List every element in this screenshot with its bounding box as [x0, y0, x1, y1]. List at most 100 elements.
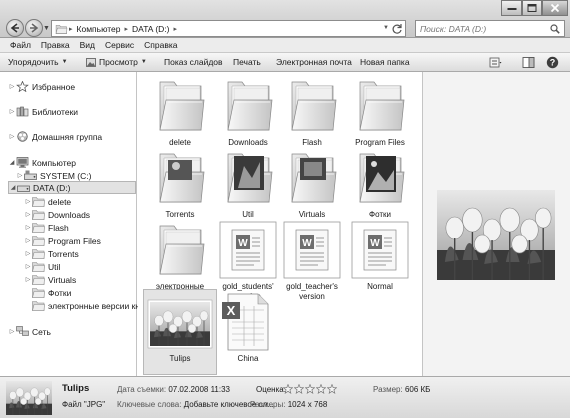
preview-pane — [422, 72, 570, 376]
expand-arrow-icon[interactable]: ▷ — [24, 211, 32, 218]
file-item-flash[interactable]: Flash — [278, 76, 346, 154]
address-bar[interactable]: ▸ Компьютер ▸ DATA (D:) ▸ ▼ — [51, 20, 406, 37]
preview-pane-icon[interactable] — [522, 56, 535, 69]
file-item-downloads[interactable]: Downloads — [214, 76, 282, 154]
nav-libraries[interactable]: ▷ Библиотеки — [8, 105, 78, 118]
nav-folder-delete[interactable]: ▷ delete — [24, 195, 71, 208]
menu-help[interactable]: Справка — [144, 40, 177, 50]
details-keywords-label: Ключевые слова: — [117, 400, 182, 409]
folder-icon — [146, 220, 214, 280]
search-input[interactable] — [420, 23, 544, 35]
homegroup-icon — [17, 131, 28, 142]
close-button[interactable] — [542, 0, 568, 16]
back-button[interactable] — [6, 19, 24, 37]
view-button[interactable]: Просмотр ▼ — [86, 57, 147, 67]
details-file-name: Tulips — [62, 383, 90, 394]
star-icon[interactable] — [294, 384, 304, 394]
menu-tools[interactable]: Сервис — [105, 40, 134, 50]
forward-button[interactable] — [25, 19, 43, 37]
nav-computer[interactable]: ◢ Компьютер — [8, 156, 76, 169]
expand-arrow-icon[interactable]: ▷ — [24, 198, 32, 205]
nav-folder-downloads[interactable]: ▷ Downloads — [24, 208, 90, 221]
search-box[interactable] — [415, 20, 565, 37]
history-dropdown-icon[interactable]: ▼ — [43, 25, 50, 32]
nav-homegroup[interactable]: ▷ Домашняя группа — [8, 130, 102, 143]
star-icon — [16, 81, 29, 92]
file-item-gold-teachers-version[interactable]: gold_teacher's version — [278, 220, 346, 301]
menu-view[interactable]: Вид — [80, 40, 95, 50]
expand-arrow-icon[interactable]: ▷ — [8, 133, 16, 140]
star-icon[interactable] — [305, 384, 315, 394]
address-dropdown-icon[interactable]: ▼ — [383, 25, 389, 31]
folder-with-preview-icon — [146, 148, 214, 208]
nav-network[interactable]: ▷ Сеть — [8, 325, 51, 338]
file-item-torrents[interactable]: Torrents — [146, 148, 214, 226]
expand-arrow-icon[interactable]: ▷ — [8, 328, 16, 335]
details-dimensions-value: 1024 x 768 — [287, 400, 328, 409]
change-view-icon[interactable] — [489, 56, 502, 69]
file-item-gold-students-version[interactable]: gold_students' version — [214, 220, 282, 301]
star-icon[interactable] — [327, 384, 337, 394]
email-button[interactable]: Электронная почта — [276, 57, 352, 67]
file-item-program-files[interactable]: Program Files — [346, 76, 414, 154]
collapse-arrow-icon[interactable]: ◢ — [8, 159, 16, 166]
file-view: delete Downloads Flash Program Files Tor… — [138, 72, 422, 376]
nav-folder-label: электронные версии книг — [48, 300, 148, 311]
expand-arrow-icon[interactable]: ▷ — [8, 83, 16, 90]
organize-button[interactable]: Упорядочить ▼ — [8, 57, 68, 67]
folder-with-preview-icon — [278, 148, 346, 208]
file-item-photos[interactable]: Фотки — [346, 148, 414, 226]
search-icon[interactable] — [550, 24, 560, 34]
details-date-value[interactable]: 07.02.2008 11:33 — [168, 385, 230, 394]
expand-arrow-icon[interactable]: ▷ — [16, 172, 24, 179]
minimize-icon — [507, 8, 516, 10]
file-item-util[interactable]: Util — [214, 148, 282, 226]
refresh-icon[interactable] — [391, 23, 403, 35]
menu-edit[interactable]: Правка — [41, 40, 70, 50]
nav-folder-photos[interactable]: Фотки — [24, 286, 71, 299]
folder-icon — [32, 300, 45, 311]
details-rating-label: Оценка: — [256, 385, 286, 394]
rating-stars[interactable] — [283, 384, 337, 394]
details-date-field: Дата съемки: 07.02.2008 11:33 — [117, 385, 230, 394]
nav-folder-flash[interactable]: ▷ Flash — [24, 221, 69, 234]
file-item-delete[interactable]: delete — [146, 76, 214, 154]
star-icon[interactable] — [316, 384, 326, 394]
nav-folder-virtuals[interactable]: ▷ Virtuals — [24, 273, 76, 286]
file-item-tulips[interactable]: Tulips — [143, 289, 217, 375]
expand-arrow-icon[interactable]: ▷ — [24, 276, 32, 283]
expand-arrow-icon[interactable]: ▷ — [24, 250, 32, 257]
details-size-field: Размер: 606 КБ — [373, 385, 430, 394]
file-item-virtuals[interactable]: Virtuals — [278, 148, 346, 226]
expand-arrow-icon[interactable]: ▷ — [24, 237, 32, 244]
nav-folder-label: Downloads — [48, 209, 91, 220]
nav-folder-util[interactable]: ▷ Util — [24, 260, 60, 273]
nav-data-drive-label: DATA (D:) — [33, 182, 71, 193]
nav-data-drive[interactable]: ◢ DATA (D:) — [8, 181, 136, 194]
help-icon[interactable]: ? — [546, 56, 559, 69]
nav-homegroup-label: Домашняя группа — [32, 131, 103, 142]
nav-folder-program-files[interactable]: ▷ Program Files — [24, 234, 101, 247]
new-folder-button[interactable]: Новая папка — [360, 57, 410, 67]
expand-arrow-icon[interactable]: ▷ — [8, 108, 16, 115]
nav-favorites[interactable]: ▷ Избранное — [8, 80, 75, 93]
minimize-button[interactable] — [501, 0, 522, 16]
expand-arrow-icon[interactable]: ▷ — [24, 263, 32, 270]
file-name: Torrents — [165, 210, 195, 219]
print-button[interactable]: Печать — [233, 57, 261, 67]
menu-file[interactable]: Файл — [10, 40, 31, 50]
maximize-button[interactable] — [522, 0, 542, 16]
nav-folder-torrents[interactable]: ▷ Torrents — [24, 247, 79, 260]
word-document-icon — [346, 220, 414, 280]
collapse-arrow-icon[interactable]: ◢ — [9, 184, 17, 191]
file-item-normal[interactable]: Normal — [346, 220, 414, 298]
expand-arrow-icon[interactable]: ▷ — [24, 224, 32, 231]
slideshow-button[interactable]: Показ слайдов — [164, 57, 223, 67]
nav-folder-ebooks[interactable]: электронные версии книг — [24, 299, 148, 312]
star-icon[interactable] — [283, 384, 293, 394]
breadcrumb-data-drive[interactable]: DATA (D:) — [129, 24, 172, 34]
file-item-china[interactable]: China — [214, 292, 282, 370]
file-item-ebooks[interactable]: электронные версии книг — [146, 220, 214, 301]
breadcrumb-computer[interactable]: Компьютер — [74, 24, 124, 34]
chevron-right-icon[interactable]: ▸ — [173, 25, 179, 33]
